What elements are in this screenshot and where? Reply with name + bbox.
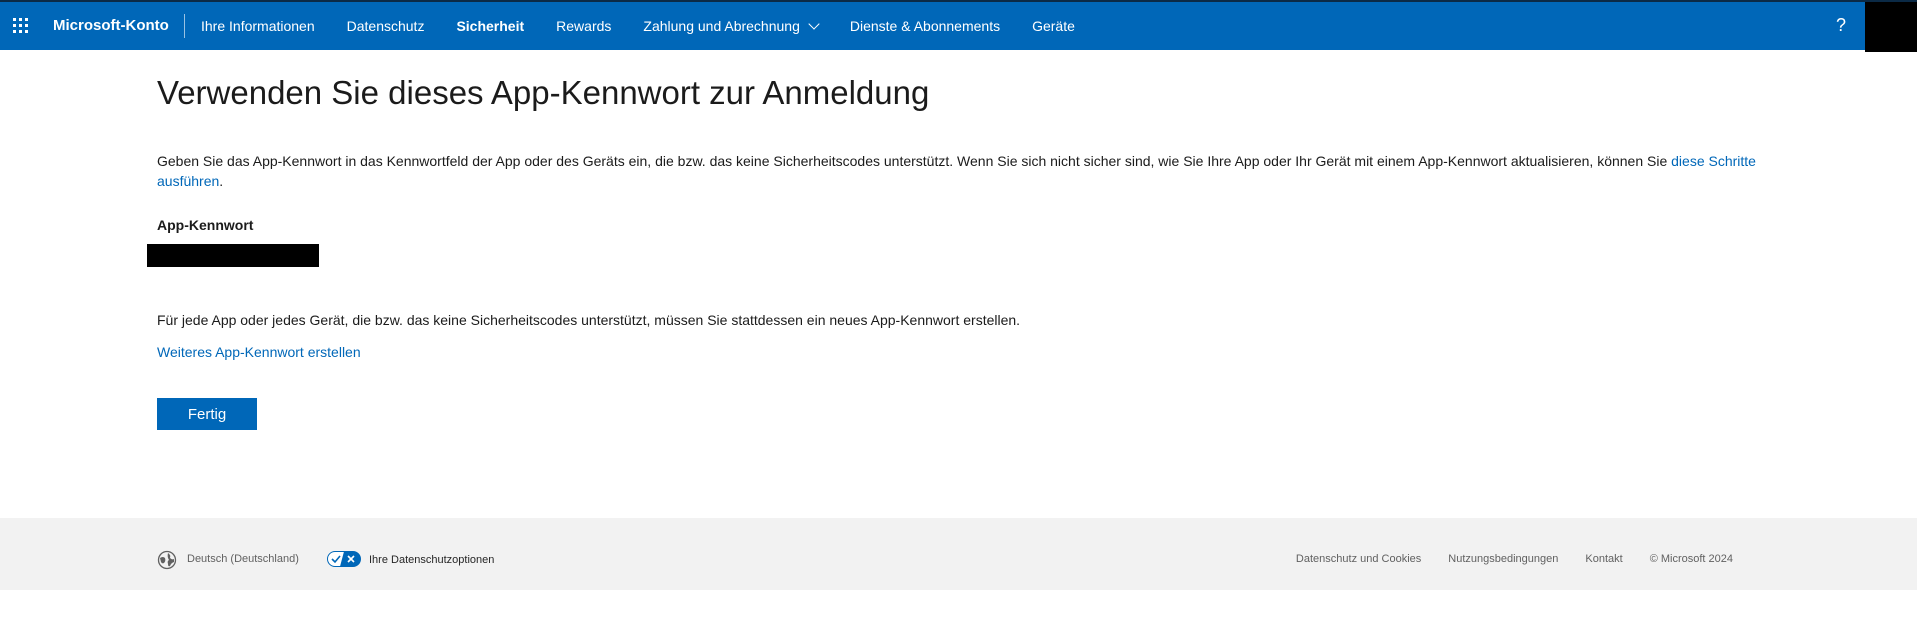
top-navigation-bar: Microsoft-Konto Ihre Informationen Daten… <box>0 0 1917 52</box>
app-password-label: App-Kennwort <box>157 217 254 233</box>
privacy-choices-link[interactable]: Ihre Datenschutzoptionen <box>369 554 494 566</box>
nav-item-rewards[interactable]: Rewards <box>556 18 611 34</box>
nav-item-geraete[interactable]: Geräte <box>1032 18 1075 34</box>
account-avatar[interactable] <box>1865 2 1917 52</box>
language-selector[interactable]: Deutsch (Deutschland) <box>187 553 299 565</box>
footer-link-contact[interactable]: Kontakt <box>1585 553 1622 565</box>
intro-paragraph: Geben Sie das App-Kennwort in das Kennwo… <box>157 151 1757 191</box>
app-launcher-icon[interactable] <box>13 18 29 34</box>
main-nav: Ihre Informationen Datenschutz Sicherhei… <box>201 2 1107 50</box>
brand-link[interactable]: Microsoft-Konto <box>53 17 169 34</box>
nav-item-zahlung-und-abrechnung[interactable]: Zahlung und Abrechnung <box>643 17 820 34</box>
page-title: Verwenden Sie dieses App-Kennwort zur An… <box>157 74 930 111</box>
nav-item-datenschutz[interactable]: Datenschutz <box>347 18 425 34</box>
globe-icon <box>157 550 177 570</box>
app-password-redacted-value <box>147 244 319 267</box>
brand-divider <box>184 14 185 38</box>
footer-links: Datenschutz und Cookies Nutzungsbedingun… <box>1269 553 1733 565</box>
chevron-down-icon <box>808 17 820 30</box>
create-another-password-link[interactable]: Weiteres App-Kennwort erstellen <box>157 344 361 360</box>
new-password-note: Für jede App oder jedes Gerät, die bzw. … <box>157 312 1021 328</box>
nav-item-label: Zahlung und Abrechnung <box>643 18 800 34</box>
nav-item-ihre-informationen[interactable]: Ihre Informationen <box>201 18 315 34</box>
nav-item-sicherheit[interactable]: Sicherheit <box>456 18 524 34</box>
nav-item-dienste-abonnements[interactable]: Dienste & Abonnements <box>850 18 1000 34</box>
footer-link-terms[interactable]: Nutzungsbedingungen <box>1448 553 1558 565</box>
done-button[interactable]: Fertig <box>157 398 257 430</box>
footer-link-privacy-cookies[interactable]: Datenschutz und Cookies <box>1296 553 1421 565</box>
intro-text: Geben Sie das App-Kennwort in das Kennwo… <box>157 153 1672 169</box>
intro-end: . <box>219 173 224 189</box>
privacy-choices-icon[interactable] <box>327 551 361 567</box>
help-icon[interactable]: ? <box>1836 15 1846 36</box>
footer: Deutsch (Deutschland) Ihre Datenschutzop… <box>0 518 1917 590</box>
copyright: © Microsoft 2024 <box>1649 553 1733 565</box>
